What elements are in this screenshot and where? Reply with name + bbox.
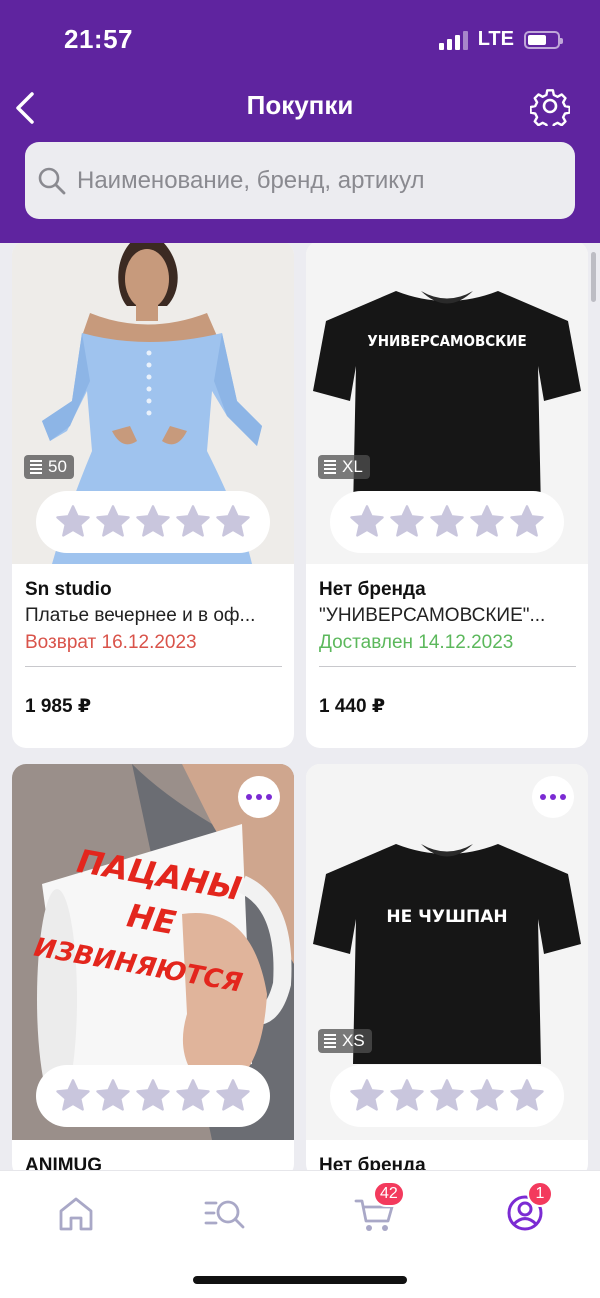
star-icon[interactable] bbox=[509, 504, 545, 540]
tab-cart[interactable]: 42 bbox=[350, 1181, 405, 1235]
star-icon[interactable] bbox=[215, 504, 251, 540]
product-price: 1 985 ₽ bbox=[25, 696, 92, 717]
product-card[interactable]: ПАЦАНЫ НЕ ИЗВИНЯЮТСЯ ANIMUG bbox=[12, 764, 294, 1170]
star-icon[interactable] bbox=[175, 1078, 211, 1114]
tab-home[interactable] bbox=[51, 1191, 101, 1235]
product-name: "УНИВЕРСАМОВСКИЕ"... bbox=[319, 605, 546, 626]
size-value: XL bbox=[342, 457, 363, 476]
more-options-button[interactable] bbox=[238, 776, 280, 818]
product-brand: Нет бренда bbox=[319, 579, 426, 600]
star-icon[interactable] bbox=[469, 1078, 505, 1114]
star-icon[interactable] bbox=[55, 1078, 91, 1114]
star-icon[interactable] bbox=[389, 504, 425, 540]
size-badge: XL bbox=[318, 455, 370, 479]
order-status: Доставлен 14.12.2023 bbox=[319, 632, 514, 653]
star-icon[interactable] bbox=[429, 1078, 465, 1114]
product-brand: ANIMUG bbox=[25, 1155, 103, 1170]
star-icon[interactable] bbox=[135, 1078, 171, 1114]
settings-button[interactable] bbox=[529, 86, 571, 131]
star-icon[interactable] bbox=[55, 504, 91, 540]
product-price: 1 440 ₽ bbox=[319, 696, 386, 717]
tshirt-print-text: УНИВЕРСАМОВСКИЕ bbox=[367, 332, 526, 350]
star-icon[interactable] bbox=[349, 1078, 385, 1114]
cart-count-badge: 42 bbox=[373, 1181, 405, 1207]
product-image[interactable]: УНИВЕРСАМОВСКИЕ XL bbox=[306, 243, 588, 564]
size-icon bbox=[324, 460, 336, 474]
network-type: LTE bbox=[477, 28, 514, 50]
page-title: Покупки bbox=[246, 90, 354, 120]
product-name: Платье вечернее и в оф... bbox=[25, 605, 256, 626]
product-card[interactable]: 50 Sn studio Платье вечернее и в оф... В… bbox=[12, 243, 294, 748]
star-icon[interactable] bbox=[389, 1078, 425, 1114]
divider bbox=[25, 666, 282, 667]
product-brand: Sn studio bbox=[25, 579, 112, 600]
battery-icon bbox=[524, 30, 563, 49]
size-icon bbox=[30, 460, 42, 474]
search-icon bbox=[38, 167, 66, 194]
scrollbar[interactable] bbox=[591, 252, 596, 302]
tab-profile[interactable]: 1 bbox=[500, 1181, 553, 1235]
star-icon[interactable] bbox=[349, 504, 385, 540]
size-icon bbox=[324, 1034, 336, 1048]
search-input[interactable] bbox=[75, 165, 559, 196]
more-options-button[interactable] bbox=[532, 776, 574, 818]
tab-catalog[interactable] bbox=[200, 1191, 250, 1235]
size-badge: XS bbox=[318, 1029, 372, 1053]
home-indicator bbox=[193, 1276, 407, 1284]
app-header: 21:57 LTE Покупки bbox=[0, 0, 600, 243]
product-card[interactable]: УНИВЕРСАМОВСКИЕ XL Нет бренда "УНИВЕРСАМ… bbox=[306, 243, 588, 748]
star-icon[interactable] bbox=[429, 504, 465, 540]
size-value: 50 bbox=[48, 457, 67, 476]
signal-icon bbox=[438, 30, 468, 50]
purchases-list[interactable]: 50 Sn studio Платье вечернее и в оф... В… bbox=[0, 243, 600, 1170]
divider bbox=[319, 666, 576, 667]
rating-stars[interactable] bbox=[330, 491, 564, 553]
rating-stars[interactable] bbox=[330, 1065, 564, 1127]
product-card[interactable]: НЕ ЧУШПАН XS Нет бренда bbox=[306, 764, 588, 1170]
size-badge: 50 bbox=[24, 455, 74, 479]
star-icon[interactable] bbox=[175, 504, 211, 540]
star-icon[interactable] bbox=[509, 1078, 545, 1114]
product-image[interactable]: НЕ ЧУШПАН XS bbox=[306, 764, 588, 1140]
status-time: 21:57 bbox=[64, 24, 133, 54]
product-image[interactable]: 50 bbox=[12, 243, 294, 564]
product-image[interactable]: ПАЦАНЫ НЕ ИЗВИНЯЮТСЯ bbox=[12, 764, 294, 1140]
star-icon[interactable] bbox=[215, 1078, 251, 1114]
status-indicators: LTE bbox=[438, 28, 563, 51]
order-status: Возврат 16.12.2023 bbox=[25, 632, 197, 653]
home-icon bbox=[59, 1197, 93, 1231]
star-icon[interactable] bbox=[135, 504, 171, 540]
catalog-search-icon bbox=[204, 1200, 245, 1229]
profile-notification-badge: 1 bbox=[527, 1181, 553, 1207]
size-value: XS bbox=[342, 1031, 365, 1050]
rating-stars[interactable] bbox=[36, 1065, 270, 1127]
star-icon[interactable] bbox=[469, 504, 505, 540]
product-brand: Нет бренда bbox=[319, 1155, 426, 1170]
tshirt-print-text: НЕ ЧУШПАН bbox=[386, 907, 507, 927]
star-icon[interactable] bbox=[95, 1078, 131, 1114]
rating-stars[interactable] bbox=[36, 491, 270, 553]
star-icon[interactable] bbox=[95, 504, 131, 540]
search-bar[interactable] bbox=[25, 142, 575, 219]
gear-icon bbox=[529, 89, 571, 131]
